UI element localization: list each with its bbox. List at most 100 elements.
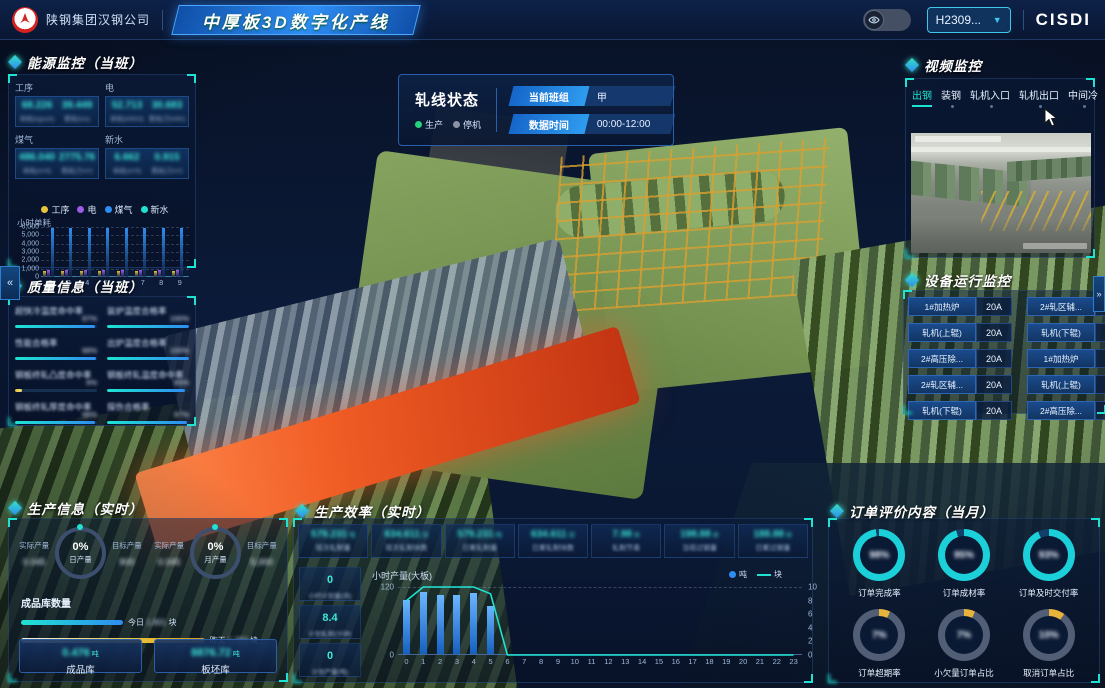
equipment-name: 轧机(上辊) [908, 323, 976, 342]
x-tick-label: 20 [739, 657, 747, 666]
equipment-item[interactable]: 1#加热炉20A [908, 297, 1019, 316]
day-output-ring: 0% 日产量 [55, 527, 105, 579]
equipment-name: 1#加热炉 [908, 297, 976, 316]
video-tab-中间冷[interactable]: 中间冷 [1068, 87, 1098, 107]
x-tick-label: 7 [522, 657, 526, 666]
equipment-item[interactable]: 轧机(上辊)20A [908, 323, 1019, 342]
bar-煤气 [51, 228, 54, 277]
panel-collapse-handle-left[interactable]: « [0, 266, 20, 300]
energy-unit-label: 单耗(kWh/t) [108, 113, 146, 123]
energy-metric-groups: 工序68.226单耗(kgce/t)39.449累耗(tce)电52.713单耗… [15, 81, 189, 179]
diamond-icon [830, 504, 844, 518]
x-tick-label: 9 [556, 657, 560, 666]
x-tick-label: 8 [159, 278, 163, 287]
energy-metric: 39.449累耗(tce) [58, 100, 96, 123]
donut-label: 订单完成率 [837, 587, 922, 599]
equipment-item[interactable]: 1#加热炉20A [1027, 349, 1105, 368]
efficiency-value: 634.611 块 [520, 529, 586, 540]
donut-hole: 10% [1030, 616, 1068, 654]
donut-value: 7% [957, 630, 971, 641]
divider [1023, 10, 1024, 30]
donut-ring: 10% [1023, 609, 1075, 661]
line-select-dropdown[interactable]: H2309... ▼ [927, 7, 1011, 33]
current-shift-button[interactable]: 当前班组 [509, 86, 590, 106]
hourly-chart-title: 小时产量(大板) [372, 569, 432, 582]
efficiency-value: 579.231 吨 [447, 529, 513, 540]
video-tab-出钢[interactable]: 出钢 [912, 87, 932, 107]
bar-煤气 [180, 228, 183, 277]
company-name: 陕钢集团汉钢公司 [46, 11, 150, 28]
x-tick-label: 8 [539, 657, 543, 666]
efficiency-panel: 579.231 吨班次轧制量634.611 块班次轧制块数579.231 吨日累… [293, 518, 813, 683]
video-tab-轧机入口[interactable]: 轧机入口 [970, 87, 1010, 107]
donut-hole: 93% [1030, 536, 1068, 574]
efficiency-value: 7.98 米 [593, 529, 659, 540]
legend-label: 新水 [151, 203, 169, 216]
equipment-item[interactable]: 2#轧区辅...20A [908, 375, 1019, 394]
donut-label: 订单及时交付率 [1006, 587, 1091, 599]
x-tick-label: 19 [722, 657, 730, 666]
equipment-name: 轧机(下辊) [1027, 323, 1095, 342]
energy-group-card: 486.040单耗(m³/t)2775.76累耗(万m³) [15, 148, 99, 179]
video-tab-装钢[interactable]: 装钢 [941, 87, 961, 107]
corner-bracket [187, 259, 196, 268]
eye-icon [864, 10, 884, 30]
visibility-toggle[interactable] [863, 9, 911, 31]
stock-title: 成品库数量 [21, 595, 71, 610]
equipment-item[interactable]: 轧机(下辊)20A [908, 401, 1019, 420]
bar-电 [176, 270, 179, 277]
energy-metric: 0.915累耗(万m³) [148, 152, 186, 175]
quality-bar-track [107, 389, 189, 392]
energy-unit-label: 累耗(万m³) [148, 165, 186, 175]
current-shift-value: 甲 [585, 86, 676, 106]
quality-item: 出炉温度合格率100% [107, 337, 189, 360]
energy-group: 新水6.662单耗(m³/t)0.915累耗(万m³) [105, 133, 189, 179]
dashboard: 陕钢集团汉钢公司 中厚板3D数字化产线 H2309... ▼ CISDI 能源监… [0, 0, 1105, 688]
corner-bracket [1086, 249, 1095, 258]
warehouse-button-成品库[interactable]: 0.476吨成品库 [19, 639, 142, 673]
equipment-name: 2#轧区辅... [908, 375, 976, 394]
quality-panel-title: 质量信息（当班） [27, 276, 143, 296]
equipment-current-value: 20A [976, 401, 1012, 420]
panel-collapse-handle-right[interactable]: » [1093, 276, 1105, 312]
month-target: 目标产量 5,000 [241, 540, 283, 567]
equipment-item[interactable]: 2#高压除...20A [908, 349, 1019, 368]
y-tick-left: 120 [381, 583, 394, 592]
legend-item: 电 [77, 203, 96, 216]
equipment-item[interactable]: 轧机(下辊)20A [1027, 323, 1105, 342]
video-tab-轧机出口[interactable]: 轧机出口 [1019, 87, 1059, 107]
x-tick-label: 6 [505, 657, 509, 666]
x-tick-label: 13 [621, 657, 629, 666]
plan-card: 0小时计划量(块) [299, 567, 361, 601]
corner-bracket [1091, 674, 1100, 683]
quality-value: 9% [86, 378, 97, 387]
warehouse-button-板坯库[interactable]: 8876.72吨板坯库 [154, 639, 277, 673]
quality-label: 钢板终轧凸度命中率 [15, 369, 97, 381]
donut-label: 小欠量订单占比 [922, 667, 1007, 679]
legend-label: 煤气 [115, 203, 133, 216]
x-tick-label: 3 [455, 657, 459, 666]
quality-value: 95% [174, 378, 189, 387]
energy-unit-label: 累耗(万m³) [58, 165, 96, 175]
quality-bar-fill [15, 357, 96, 360]
equipment-item[interactable]: 2#高压除...20A [1027, 401, 1105, 420]
energy-unit-label: 单耗(m³/t) [18, 165, 56, 175]
camera-feed[interactable] [911, 133, 1091, 253]
plan-label: 计划轧制(分钟) [300, 628, 360, 638]
equipment-item[interactable]: 轧机(上辊)20A [1027, 375, 1105, 394]
bar-工序 [172, 271, 175, 277]
plan-card: 0计划产量(吨) [299, 643, 361, 677]
legend-label: 吨 [739, 569, 747, 580]
x-tick-label: 14 [638, 657, 646, 666]
x-tick-label: 22 [773, 657, 781, 666]
quality-item: 钢板终轧凸度命中率9% [15, 369, 97, 392]
cisdi-logo: CISDI [1036, 10, 1091, 30]
bar-煤气 [125, 228, 128, 277]
corner-bracket [279, 518, 288, 527]
equipment-current-value: 20A [1095, 349, 1105, 368]
order-gauge: 7% 小欠量订单占比 [922, 609, 1007, 679]
corner-bracket [905, 78, 914, 87]
data-time-button[interactable]: 数据时间 [509, 114, 590, 134]
legend-dot [105, 206, 112, 213]
quality-value: 100% [170, 346, 189, 355]
